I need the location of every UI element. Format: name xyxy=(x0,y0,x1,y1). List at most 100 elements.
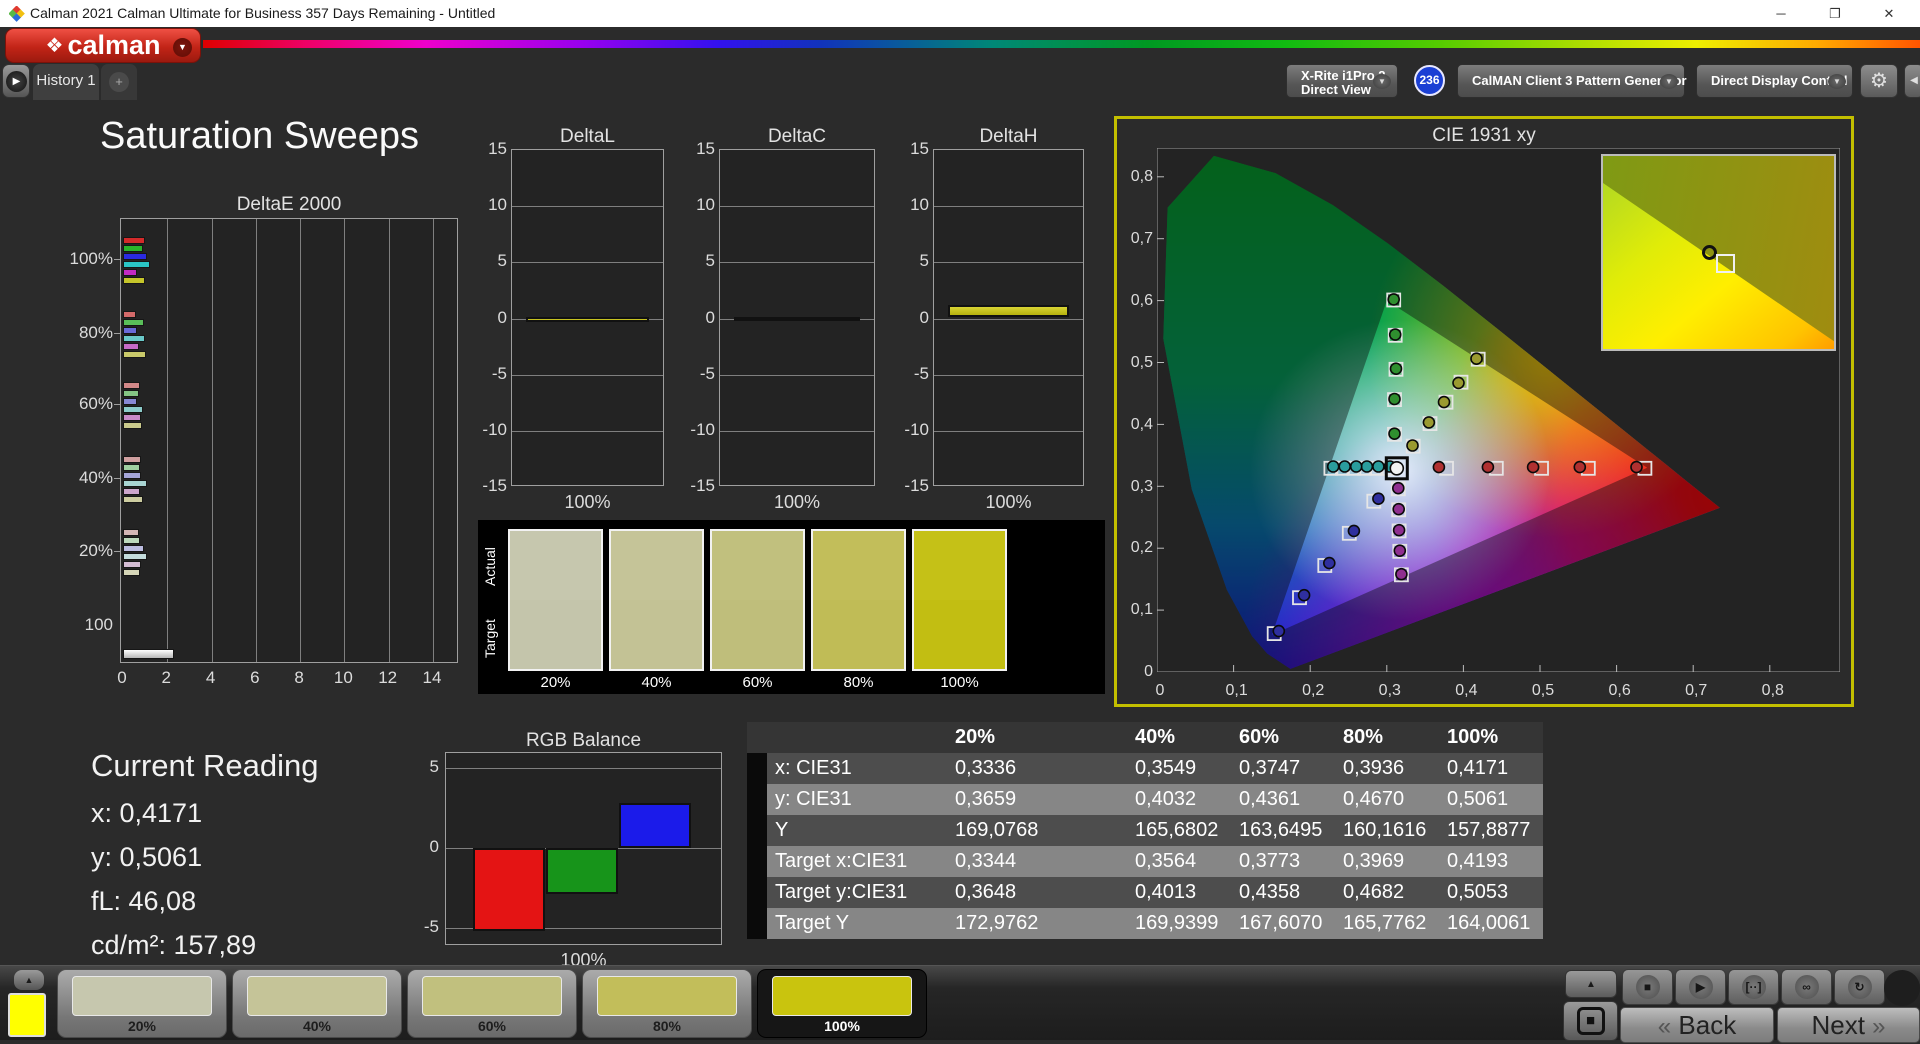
deltae-bar-60%-0 xyxy=(123,382,140,389)
rgb-bar-blue xyxy=(619,803,691,848)
back-button[interactable]: « Back xyxy=(1620,1007,1774,1043)
pattern-window-button[interactable]: ■ xyxy=(1563,1001,1618,1041)
measured-green xyxy=(1390,329,1401,340)
settings-button[interactable]: ⚙ xyxy=(1860,64,1898,98)
measured-yellow xyxy=(1439,397,1450,408)
tab-history-1[interactable]: History 1 xyxy=(33,64,99,100)
deltae-bar-20%-4 xyxy=(123,561,141,568)
rgb-y-tick: 5 xyxy=(405,757,439,777)
gridline xyxy=(300,219,301,662)
restore-icon[interactable]: ❐ xyxy=(1812,0,1858,27)
add-tab-button[interactable]: + xyxy=(101,64,137,100)
rainbow-divider xyxy=(203,40,1920,48)
refresh-icon: ↻ xyxy=(1848,975,1872,999)
reading-cdm2: cd/m²: 157,89 xyxy=(91,930,318,961)
plus-icon: + xyxy=(109,72,129,92)
cell-value: 0,3969 xyxy=(1335,846,1439,877)
expand-controls-button[interactable]: ▲ xyxy=(1565,970,1617,998)
measured-blue xyxy=(1273,626,1284,637)
layout-nav-button[interactable]: ▶ xyxy=(2,64,30,98)
deltaH-y-tick: -10 xyxy=(891,420,929,440)
cie-x-tick: 0,6 xyxy=(1600,682,1640,700)
display-control-dropdown[interactable]: Direct Display Control ▼ xyxy=(1696,64,1853,98)
cell-value: 165,6802 xyxy=(1127,815,1231,846)
calman-menu-button[interactable]: ❖ calman ▼ xyxy=(5,28,201,63)
deltae-bar-40%-1 xyxy=(123,464,140,471)
cell-value: 169,9399 xyxy=(1127,908,1231,939)
deltaC-y-tick: 0 xyxy=(677,308,715,328)
measured-yellow xyxy=(1407,440,1418,451)
inset-target-point xyxy=(1716,254,1735,273)
deltae-bar-100%-2 xyxy=(123,253,147,260)
cie-y-tick: 0 xyxy=(1125,663,1153,681)
bottom-swatch-20%[interactable]: 20% xyxy=(57,969,227,1038)
swatch-column-20%: 20% xyxy=(508,529,603,691)
collapse-strip-button[interactable]: ▲ xyxy=(14,970,44,990)
swatch-label: 100% xyxy=(758,1018,926,1034)
stop-icon: ■ xyxy=(1636,975,1660,999)
cell-value: 0,3936 xyxy=(1335,753,1439,784)
close-icon[interactable]: ✕ xyxy=(1866,0,1912,27)
gridline xyxy=(167,219,168,662)
swatch-20% xyxy=(508,529,603,671)
meter-count-badge[interactable]: 236 xyxy=(1414,65,1445,96)
bottom-bar: ▲ 20%40%60%80% 100% ▲ ■ ■ ▶[··]∞ ↻ « Back N… xyxy=(0,965,1920,1040)
cell-value: 0,4361 xyxy=(1231,784,1335,815)
current-pattern-swatch[interactable] xyxy=(8,993,46,1037)
range-button[interactable]: [··] xyxy=(1728,969,1779,1005)
deltaC-y-tick: -10 xyxy=(677,420,715,440)
refresh-button[interactable]: ↻ xyxy=(1834,969,1885,1005)
bottom-swatch-40%[interactable]: 40% xyxy=(232,969,402,1038)
collapse-panel-button[interactable]: ◀ xyxy=(1904,64,1920,98)
bottom-swatch-60%[interactable]: 60% xyxy=(407,969,577,1038)
deltae-group-label: 100% xyxy=(58,249,113,269)
deltae-bar-60%-2 xyxy=(123,398,137,405)
deltae-bar-100%-5 xyxy=(123,277,145,284)
cell-value: 0,3773 xyxy=(1231,846,1335,877)
measured-magenta xyxy=(1393,504,1404,515)
cell-value: 160,1616 xyxy=(1335,815,1439,846)
swatch-color xyxy=(422,976,562,1016)
chevron-down-icon[interactable]: ▼ xyxy=(173,38,192,57)
next-button[interactable]: Next » xyxy=(1777,1007,1920,1043)
rgb-balance-chart xyxy=(445,752,722,945)
cell-value: 0,4013 xyxy=(1127,877,1231,908)
cell-value: 163,6495 xyxy=(1231,815,1335,846)
deltaC-bar xyxy=(734,317,860,321)
deltae-bar-80%-5 xyxy=(123,351,146,358)
measured-cyan xyxy=(1339,461,1350,472)
rgb-y-tick: 0 xyxy=(405,837,439,857)
meter-dropdown[interactable]: X-Rite i1Pro 2 Direct View ▼ xyxy=(1286,64,1398,98)
gridline xyxy=(934,375,1083,376)
minimize-icon[interactable]: ─ xyxy=(1758,0,1804,27)
gridline xyxy=(720,262,874,263)
calman-logo-text: calman xyxy=(67,30,160,61)
cell-value: 172,9762 xyxy=(947,908,1127,939)
rgb-bar-red xyxy=(473,848,545,931)
measured-yellow xyxy=(1453,377,1464,388)
play-button[interactable]: ▶ xyxy=(1675,969,1726,1005)
bottom-swatch-80%[interactable]: 80% xyxy=(582,969,752,1038)
cie-x-tick: 0 xyxy=(1140,682,1180,700)
bottom-swatch-100%[interactable]: 100% xyxy=(757,969,927,1038)
pattern-generator-dropdown[interactable]: CalMAN Client 3 Pattern Generator ▼ xyxy=(1457,64,1685,98)
deltae-group-label: 80% xyxy=(58,323,113,343)
deltae-bar-60%-3 xyxy=(123,406,143,413)
stop-button[interactable]: ■ xyxy=(1622,969,1673,1005)
measured-magenta xyxy=(1393,483,1404,494)
deltae-group-label: 20% xyxy=(58,541,113,561)
col-header: 20% xyxy=(947,722,1127,753)
next-label: Next xyxy=(1811,1010,1864,1040)
deltae-bar-40%-3 xyxy=(123,480,147,487)
deltae-bar-80%-2 xyxy=(123,327,137,334)
pattern-status-strip xyxy=(1461,68,1466,94)
cell-value: 157,8877 xyxy=(1439,815,1543,846)
loop-button[interactable]: ∞ xyxy=(1781,969,1832,1005)
cell-value: 0,4032 xyxy=(1127,784,1231,815)
deltae-bar-100%-4 xyxy=(123,269,137,276)
measured-cyan xyxy=(1328,461,1339,472)
cie-y-tick: 0,8 xyxy=(1125,168,1153,186)
cie-y-tick: 0,1 xyxy=(1125,601,1153,619)
gridline xyxy=(512,206,663,207)
saturation-swatch-panel: Actual Target 20%40%60%80%100% xyxy=(478,520,1105,694)
